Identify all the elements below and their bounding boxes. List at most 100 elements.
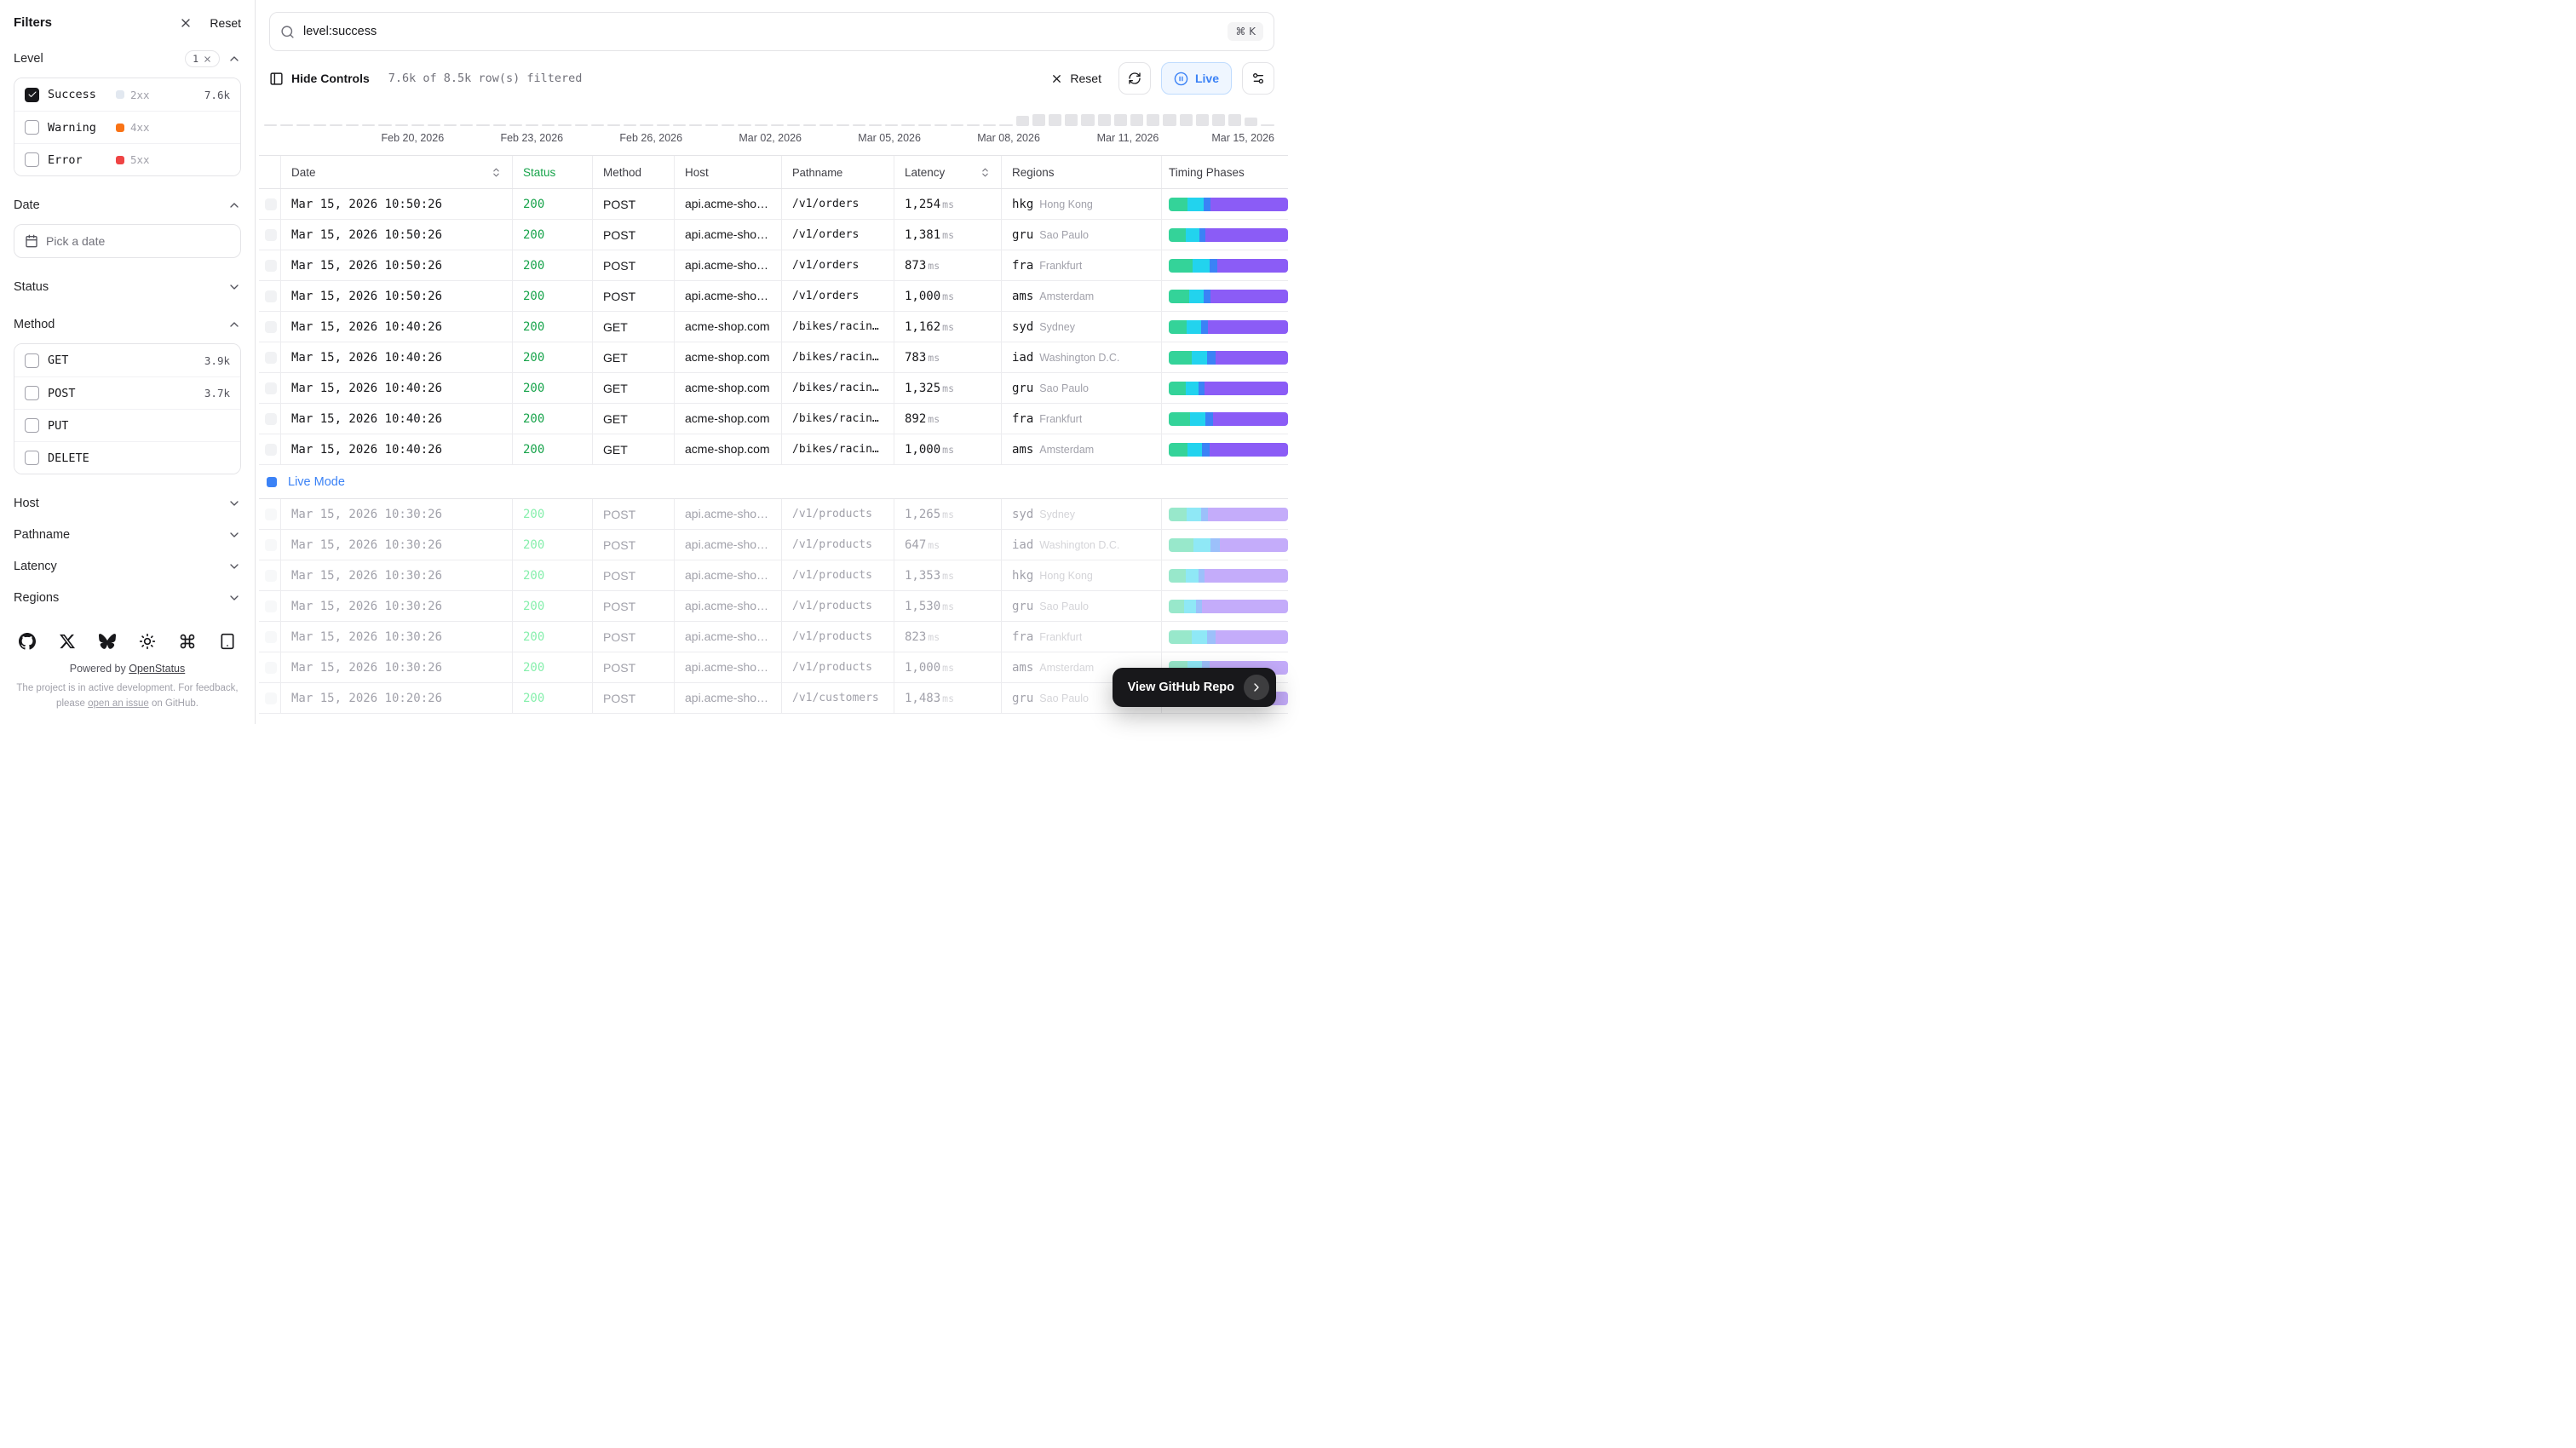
row-checkbox[interactable] <box>265 509 277 520</box>
histogram-bar[interactable] <box>330 124 342 126</box>
row-checkbox[interactable] <box>265 444 277 456</box>
sidebar-section-regions[interactable]: Regions <box>14 588 241 608</box>
level-filter-error[interactable]: Error5xx <box>14 143 240 175</box>
checkbox-icon[interactable] <box>25 152 39 167</box>
date-picker-input[interactable]: Pick a date <box>14 224 241 258</box>
column-header-regions[interactable]: Regions <box>1002 156 1162 188</box>
histogram-bar[interactable] <box>378 124 391 126</box>
histogram-bar[interactable] <box>526 124 538 126</box>
histogram-bar[interactable] <box>1212 114 1225 126</box>
column-header-latency[interactable]: Latency <box>894 156 1002 188</box>
chevron-down-icon[interactable] <box>227 528 241 542</box>
histogram-bar[interactable] <box>869 124 882 126</box>
checkbox-icon[interactable] <box>25 418 39 433</box>
histogram-bar[interactable] <box>1114 114 1127 126</box>
search-input[interactable] <box>303 25 1219 38</box>
histogram-bar[interactable] <box>967 124 980 126</box>
table-row[interactable]: Mar 15, 2026 10:30:26200POSTapi.acme-sho… <box>259 499 1288 530</box>
histogram-bar[interactable] <box>558 124 571 126</box>
level-selected-count-badge[interactable]: 1 <box>185 50 220 67</box>
chevron-up-icon[interactable] <box>227 198 241 212</box>
row-checkbox[interactable] <box>265 539 277 551</box>
histogram-bar[interactable] <box>1065 114 1078 126</box>
histogram-bar[interactable] <box>755 124 768 126</box>
row-checkbox[interactable] <box>265 662 277 674</box>
reset-filters-button[interactable]: Reset <box>210 16 241 30</box>
histogram-bar[interactable] <box>1098 114 1111 126</box>
command-menu-icon[interactable] <box>179 633 196 650</box>
checkbox-icon[interactable] <box>25 353 39 368</box>
table-row[interactable]: Mar 15, 2026 10:40:26200GETacme-shop.com… <box>259 312 1288 342</box>
row-checkbox[interactable] <box>265 692 277 704</box>
row-checkbox[interactable] <box>265 321 277 333</box>
histogram-bar[interactable] <box>1081 114 1094 126</box>
histogram-bar[interactable] <box>1147 114 1159 126</box>
openstatus-brand-link[interactable]: OpenStatus <box>129 663 185 675</box>
row-checkbox[interactable] <box>265 631 277 643</box>
sidebar-section-pathname[interactable]: Pathname <box>14 525 241 545</box>
histogram-bar[interactable] <box>918 124 931 126</box>
histogram-bar[interactable] <box>296 124 309 126</box>
row-checkbox[interactable] <box>265 382 277 394</box>
histogram-bar[interactable] <box>591 124 604 126</box>
row-checkbox[interactable] <box>265 570 277 582</box>
histogram-bar[interactable] <box>542 124 555 126</box>
histogram-bar[interactable] <box>493 124 506 126</box>
histogram-bar[interactable] <box>444 124 457 126</box>
close-filters-button[interactable] <box>179 16 193 30</box>
method-filter-post[interactable]: POST3.7k <box>14 376 240 409</box>
checkbox-icon[interactable] <box>25 451 39 465</box>
table-row[interactable]: Mar 15, 2026 10:50:26200POSTapi.acme-sho… <box>259 281 1288 312</box>
histogram-bar[interactable] <box>607 124 620 126</box>
table-row[interactable]: Mar 15, 2026 10:30:26200POSTapi.acme-sho… <box>259 622 1288 652</box>
view-settings-button[interactable] <box>1242 62 1274 95</box>
row-checkbox[interactable] <box>265 352 277 364</box>
histogram-bar[interactable] <box>853 124 865 126</box>
row-checkbox[interactable] <box>265 413 277 425</box>
method-filter-delete[interactable]: DELETE <box>14 441 240 474</box>
chevron-down-icon[interactable] <box>227 560 241 573</box>
histogram-bar[interactable] <box>1049 114 1061 126</box>
table-row[interactable]: Mar 15, 2026 10:40:26200GETacme-shop.com… <box>259 434 1288 465</box>
histogram-bar[interactable] <box>395 124 408 126</box>
table-row[interactable]: Mar 15, 2026 10:30:26200POSTapi.acme-sho… <box>259 530 1288 560</box>
method-filter-put[interactable]: PUT <box>14 409 240 441</box>
histogram-bar[interactable] <box>624 124 636 126</box>
column-header-host[interactable]: Host <box>675 156 782 188</box>
github-icon[interactable] <box>19 633 36 650</box>
histogram-bar[interactable] <box>1032 114 1045 126</box>
clear-level-filter-icon[interactable] <box>203 55 212 64</box>
histogram-bar[interactable] <box>738 124 750 126</box>
column-header-method[interactable]: Method <box>593 156 675 188</box>
histogram-bar[interactable] <box>803 124 816 126</box>
table-row[interactable]: Mar 15, 2026 10:40:26200GETacme-shop.com… <box>259 404 1288 434</box>
histogram-bar[interactable] <box>1261 124 1274 126</box>
row-checkbox[interactable] <box>265 198 277 210</box>
column-header-status[interactable]: Status <box>513 156 593 188</box>
histogram-bar[interactable] <box>722 124 734 126</box>
chevron-up-icon[interactable] <box>227 52 241 66</box>
histogram-bar[interactable] <box>787 124 800 126</box>
histogram-bar[interactable] <box>934 124 947 126</box>
row-checkbox[interactable] <box>265 229 277 241</box>
sort-icon[interactable] <box>980 167 991 178</box>
sidebar-section-method[interactable]: Method <box>14 314 241 335</box>
open-issue-link[interactable]: open an issue <box>88 698 149 709</box>
docs-icon[interactable] <box>219 633 236 650</box>
chevron-down-icon[interactable] <box>227 280 241 294</box>
histogram-bar[interactable] <box>705 124 718 126</box>
histogram-bar[interactable] <box>313 124 326 126</box>
sidebar-section-status[interactable]: Status <box>14 277 241 297</box>
histogram-bar[interactable] <box>428 124 440 126</box>
search-bar[interactable]: ⌘ K <box>269 12 1274 51</box>
chevron-down-icon[interactable] <box>227 591 241 605</box>
checkbox-icon[interactable] <box>25 88 39 102</box>
sidebar-section-date[interactable]: Date <box>14 195 241 215</box>
histogram-bar[interactable] <box>771 124 784 126</box>
row-checkbox[interactable] <box>265 600 277 612</box>
histogram-bar[interactable] <box>819 124 832 126</box>
histogram-bar[interactable] <box>264 124 277 126</box>
histogram-bar[interactable] <box>951 124 963 126</box>
hide-controls-button[interactable]: Hide Controls <box>269 72 370 86</box>
histogram-bar[interactable] <box>657 124 670 126</box>
